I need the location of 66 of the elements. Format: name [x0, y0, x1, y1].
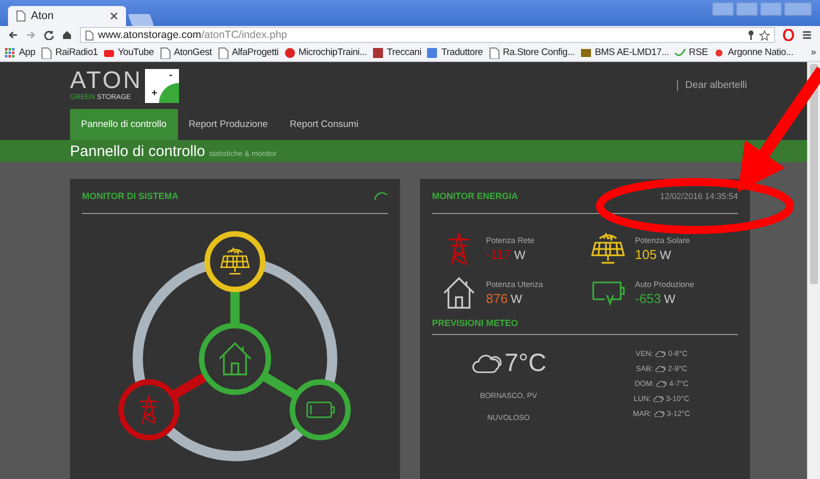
forward-icon[interactable] [26, 30, 36, 40]
reading-unit: W [660, 248, 672, 262]
page-icon [488, 46, 500, 58]
panel-title: MONITOR DI SISTEMA [82, 191, 178, 201]
bookmark[interactable]: Traduttore [426, 46, 483, 58]
bookmark[interactable]: Treccani [372, 46, 422, 58]
new-tab-button[interactable] [128, 14, 154, 26]
scrollbar-thumb[interactable] [810, 64, 818, 284]
logo-word: ATON [70, 69, 142, 93]
cloud-icon [470, 352, 503, 375]
bookmark[interactable]: BMS AE-LMD17... [580, 46, 669, 58]
loading-spinner-icon [374, 191, 388, 201]
cloud-icon [654, 410, 665, 418]
close-icon[interactable] [110, 12, 118, 20]
reading-value: -117 [486, 247, 512, 262]
timestamp: 12/02/2016 14:35:54 [660, 191, 738, 201]
panel-title: MONITOR ENERGIA [432, 191, 518, 201]
page-icon [158, 46, 171, 58]
logo-mark: + - [145, 68, 180, 102]
user-greeting[interactable]: Dear albertelli [677, 80, 747, 91]
reading-unit: W [664, 292, 676, 306]
page-icon [16, 10, 26, 22]
bookmark[interactable]: AtonGest [158, 46, 212, 58]
cloud-icon [655, 350, 666, 358]
page-title: Pannello di controllo [70, 142, 206, 160]
bookmark[interactable]: AlfaProgetti [216, 46, 279, 58]
reading-label: Potenza Rete [486, 236, 534, 245]
bookmark[interactable]: YouTube [102, 46, 154, 58]
cloud-icon [656, 380, 668, 388]
bookmark[interactable]: MicrochipTraini... [284, 46, 367, 58]
bookmark[interactable]: RaiRadio1 [40, 46, 98, 58]
browser-tab[interactable]: Aton [8, 6, 126, 26]
bookmark[interactable]: RSE [674, 46, 708, 58]
address-bar[interactable]: www.atonstorage.com/atonTC/index.php [80, 27, 775, 43]
reload-icon[interactable] [44, 30, 54, 40]
bookmark[interactable]: App [4, 46, 36, 58]
nav-tab[interactable]: Pannello di controllo [70, 109, 178, 140]
reading-label: Auto Produzione [635, 280, 694, 289]
more-bookmarks[interactable]: » [810, 47, 816, 58]
url-text: www.atonstorage.com/atonTC/index.php [98, 29, 288, 41]
reading-label: Potenza Utenza [486, 280, 543, 289]
reading-unit: W [514, 248, 526, 262]
reading-value: -653 [635, 291, 662, 306]
tab-title: Aton [31, 10, 55, 22]
reading-value: 105 [635, 247, 657, 262]
home-icon[interactable] [62, 30, 72, 40]
star-icon[interactable] [759, 30, 770, 40]
temperature: 7°C [504, 349, 546, 378]
page-icon [40, 46, 52, 58]
reading-unit: W [510, 292, 522, 306]
key-icon[interactable] [747, 30, 755, 40]
bookmark[interactable]: Argonne Natio... [712, 46, 794, 58]
panel-title: PREVISIONI METEO [432, 318, 518, 328]
cloud-icon [652, 394, 664, 402]
bookmark[interactable]: Ra.Store Config... [488, 46, 575, 58]
nav-tab[interactable]: Report Produzione [178, 109, 279, 140]
reading-label: Potenza Solare [635, 236, 690, 245]
menu-icon[interactable] [802, 30, 812, 40]
reading-value: 876 [486, 291, 508, 306]
apps-grid-icon [4, 46, 16, 58]
nav-tab[interactable]: Report Consumi [278, 109, 370, 140]
page-icon [85, 30, 94, 40]
cloud-icon [654, 364, 666, 372]
opera-icon[interactable] [783, 29, 794, 41]
page-icon [216, 46, 229, 58]
back-icon[interactable] [8, 30, 18, 40]
